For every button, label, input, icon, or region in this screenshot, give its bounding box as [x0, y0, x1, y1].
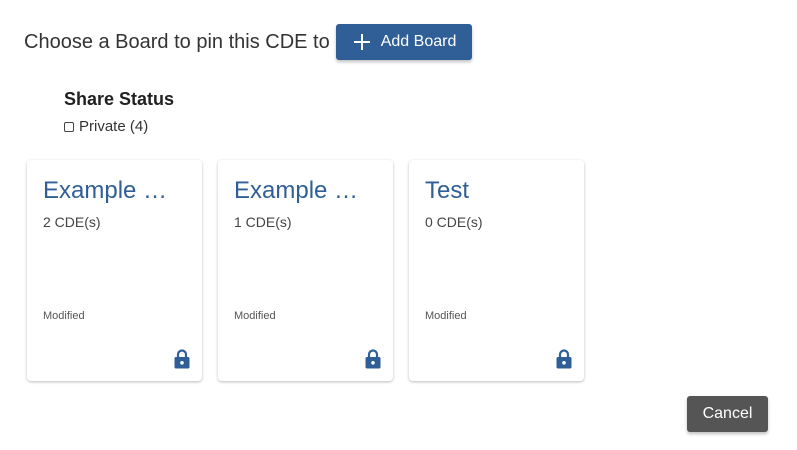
cancel-button[interactable]: Cancel: [687, 396, 768, 432]
pin-to-board-dialog: Choose a Board to pin this CDE to Add Bo…: [0, 0, 797, 450]
board-title: Example C…: [234, 177, 374, 204]
board-modified-label: Modified: [234, 310, 276, 322]
add-board-label: Add Board: [380, 33, 457, 50]
board-list: Example C… 2 CDE(s) Modified Example C… …: [27, 160, 584, 381]
private-checkbox[interactable]: [64, 121, 74, 132]
share-status-title: Share Status: [64, 89, 175, 109]
private-label: Private (4): [79, 118, 149, 135]
private-filter[interactable]: Private (4): [64, 118, 174, 135]
add-board-button[interactable]: Add Board: [335, 24, 473, 60]
lock-icon: [556, 349, 572, 369]
dialog-header: Choose a Board to pin this CDE to Add Bo…: [24, 24, 473, 60]
plus-icon: [353, 34, 370, 50]
dialog-title: Choose a Board to pin this CDE to: [24, 30, 330, 53]
board-cde-count: 1 CDE(s): [234, 214, 292, 230]
board-modified-label: Modified: [43, 310, 85, 322]
board-cde-count: 2 CDE(s): [43, 214, 101, 230]
board-card[interactable]: Test 0 CDE(s) Modified: [409, 160, 584, 381]
share-status-filter: Share Status Private (4): [64, 89, 174, 135]
board-card[interactable]: Example C… 1 CDE(s) Modified: [218, 160, 393, 381]
board-modified-label: Modified: [425, 310, 467, 322]
board-cde-count: 0 CDE(s): [425, 214, 483, 230]
lock-icon: [365, 349, 381, 369]
board-title: Test: [425, 177, 470, 204]
board-card[interactable]: Example C… 2 CDE(s) Modified: [27, 160, 202, 381]
board-title: Example C…: [43, 177, 183, 204]
lock-icon: [174, 349, 190, 369]
